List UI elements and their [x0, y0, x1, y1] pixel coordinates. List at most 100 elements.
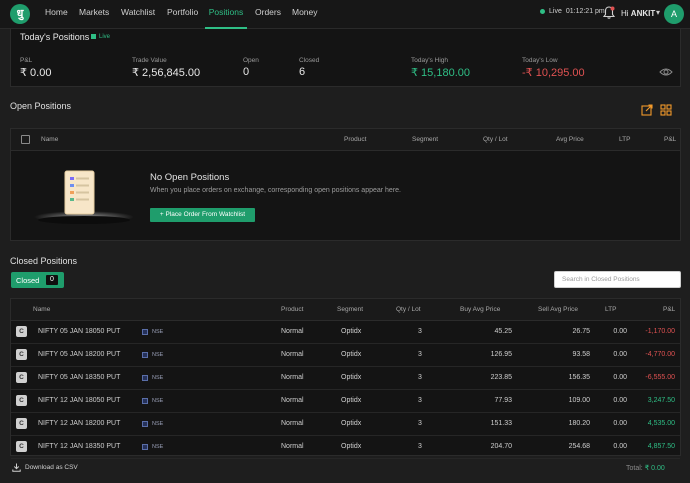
open-table-header: Name Product Segment Qty / Lot Avg Price… — [11, 129, 680, 151]
instrument-name[interactable]: NIFTY 12 JAN 18350 PUT — [38, 443, 120, 450]
empty-state-title: No Open Positions — [150, 172, 230, 183]
nav-portfolio[interactable]: Portfolio — [167, 0, 198, 29]
col-avg-price: Avg Price — [556, 136, 584, 143]
exchange-label: NSE — [152, 329, 164, 335]
exchange-flag-icon — [142, 421, 148, 427]
greeting-text: Hi — [621, 9, 629, 18]
table-row[interactable]: C NIFTY 05 JAN 18200 PUT NSE Normal Optidx 3 1… — [11, 344, 680, 367]
product-cell: Normal — [281, 328, 304, 335]
closed-positions-table: Name Product Segment Qty / Lot Buy Avg P… — [10, 298, 681, 459]
stat-open: Open 0 — [243, 57, 259, 78]
ltp-cell: 0.00 — [613, 443, 627, 450]
instrument-name[interactable]: NIFTY 05 JAN 18200 PUT — [38, 351, 120, 358]
stat-label: Today's High — [411, 57, 449, 64]
download-csv-link[interactable]: Download as CSV — [25, 464, 78, 471]
table-row[interactable]: C NIFTY 12 JAN 18350 PUT NSE Normal Optidx 3 2… — [11, 436, 680, 459]
col-name: Name — [41, 136, 59, 143]
eye-icon[interactable] — [659, 67, 673, 77]
qty-cell: 3 — [418, 328, 422, 335]
col-product: Product — [281, 306, 304, 313]
buy-avg-cell: 45.25 — [494, 328, 512, 335]
qty-cell: 3 — [418, 420, 422, 427]
exchange-flag-icon — [142, 375, 148, 381]
segment-cell: Optidx — [341, 443, 362, 450]
download-icon[interactable] — [12, 463, 21, 472]
instrument-name[interactable]: NIFTY 12 JAN 18200 PUT — [38, 420, 120, 427]
table-row[interactable]: C NIFTY 12 JAN 18200 PUT NSE Normal Optidx 3 1… — [11, 413, 680, 436]
instrument-name[interactable]: NIFTY 12 JAN 18050 PUT — [38, 397, 120, 404]
table-row[interactable]: C NIFTY 12 JAN 18050 PUT NSE Normal Optidx 3 7… — [11, 390, 680, 413]
closed-total: Total: ₹ 0.00 — [626, 464, 665, 472]
closed-badge: C — [16, 395, 27, 406]
qty-cell: 3 — [418, 351, 422, 358]
nav-orders[interactable]: Orders — [255, 0, 281, 29]
product-cell: Normal — [281, 397, 304, 404]
pnl-cell: 4,857.50 — [647, 443, 675, 450]
ltp-cell: 0.00 — [613, 351, 627, 358]
closed-badge: C — [16, 372, 27, 383]
exchange-flag-icon — [142, 444, 148, 450]
nav-markets[interactable]: Markets — [79, 0, 109, 29]
stat-label: P&L — [20, 57, 33, 64]
col-pnl: P&L — [664, 136, 677, 143]
stat-trade-value: Trade Value ₹ 2,56,845.00 — [132, 57, 200, 79]
buy-avg-cell: 77.93 — [494, 397, 512, 404]
pnl-cell: 3,247.50 — [647, 397, 675, 404]
avatar[interactable]: A — [664, 4, 684, 24]
buy-avg-cell: 204.70 — [490, 443, 512, 450]
col-ltp: LTP — [619, 136, 631, 143]
chevron-down-icon[interactable]: ▾ — [656, 8, 660, 17]
search-closed-positions-input[interactable] — [554, 271, 681, 288]
stat-value: ₹ 15,180.00 — [411, 67, 470, 79]
table-row[interactable]: C NIFTY 05 JAN 18350 PUT NSE Normal Optidx 3 2… — [11, 367, 680, 390]
col-buy-avg-price: Buy Avg Price — [460, 306, 501, 313]
col-ltp: LTP — [605, 306, 617, 313]
exchange-label: NSE — [152, 444, 164, 450]
sell-avg-cell: 254.68 — [568, 443, 590, 450]
col-segment: Segment — [337, 306, 364, 313]
exchange-flag-icon — [142, 352, 148, 358]
closed-badge: C — [16, 418, 27, 429]
closed-badge: C — [16, 326, 27, 337]
exchange-flag-icon — [142, 398, 148, 404]
stat-closed: Closed 6 — [299, 57, 319, 78]
product-cell: Normal — [281, 420, 304, 427]
pnl-cell: 4,535.00 — [647, 420, 675, 427]
col-qty-lot: Qty / Lot — [396, 306, 421, 313]
col-product: Product — [344, 136, 367, 143]
stat-label: Open — [243, 57, 259, 64]
col-segment: Segment — [412, 136, 439, 143]
select-all-checkbox[interactable] — [21, 135, 30, 144]
external-link-icon[interactable] — [641, 104, 653, 116]
exchange-flag-icon — [142, 329, 148, 335]
stat-value: ₹ 0.00 — [20, 67, 52, 79]
total-value: ₹ 0.00 — [644, 465, 665, 472]
closed-badge: C — [16, 441, 27, 452]
stat-todays-high: Today's High ₹ 15,180.00 — [411, 57, 470, 79]
stat-todays-low: Today's Low -₹ 10,295.00 — [522, 57, 585, 79]
instrument-name[interactable]: NIFTY 05 JAN 18350 PUT — [38, 374, 120, 381]
bell-icon[interactable] — [603, 6, 615, 20]
instrument-name[interactable]: NIFTY 05 JAN 18050 PUT — [38, 328, 120, 335]
nav-watchlist[interactable]: Watchlist — [121, 0, 155, 29]
live-dot-icon — [540, 8, 545, 14]
nav-money[interactable]: Money — [292, 0, 318, 29]
place-order-button[interactable]: + Place Order From Watchlist — [150, 208, 255, 222]
product-cell: Normal — [281, 351, 304, 358]
ltp-cell: 0.00 — [613, 374, 627, 381]
market-status: Live 01:12:21 pm — [540, 8, 605, 15]
table-row[interactable]: C NIFTY 05 JAN 18050 PUT NSE Normal Optidx 3 4… — [11, 321, 680, 344]
stat-label: Closed — [299, 57, 320, 64]
stat-value: 0 — [243, 66, 250, 78]
grid-view-icon[interactable] — [660, 104, 672, 116]
brand-logo[interactable]: धु — [10, 4, 30, 24]
tab-closed-label: Closed — [16, 276, 40, 285]
tab-closed[interactable]: Closed 0 — [11, 272, 64, 288]
stat-pnl: P&L ₹ 0.00 — [20, 57, 51, 79]
sell-avg-cell: 180.20 — [568, 420, 590, 427]
nav-positions[interactable]: Positions — [205, 0, 247, 29]
qty-cell: 3 — [418, 374, 422, 381]
nav-home[interactable]: Home — [45, 0, 68, 29]
ltp-cell: 0.00 — [613, 420, 627, 427]
user-greeting[interactable]: Hi ANKIT — [621, 9, 655, 18]
